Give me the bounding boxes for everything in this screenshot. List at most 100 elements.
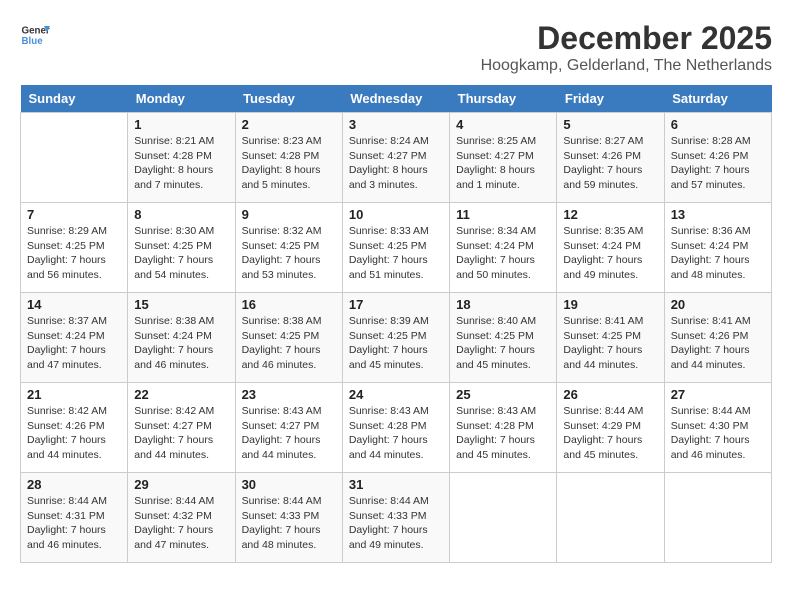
day-number: 14 — [27, 297, 121, 312]
location-title: Hoogkamp, Gelderland, The Netherlands — [481, 57, 772, 75]
day-info: Sunrise: 8:24 AM Sunset: 4:27 PM Dayligh… — [349, 134, 443, 193]
calendar-cell: 18 Sunrise: 8:40 AM Sunset: 4:25 PM Dayli… — [450, 293, 557, 383]
day-number: 12 — [563, 207, 657, 222]
calendar-cell: 11 Sunrise: 8:34 AM Sunset: 4:24 PM Dayli… — [450, 203, 557, 293]
day-number: 26 — [563, 387, 657, 402]
calendar-cell — [664, 473, 771, 563]
day-info: Sunrise: 8:33 AM Sunset: 4:25 PM Dayligh… — [349, 224, 443, 283]
day-info: Sunrise: 8:41 AM Sunset: 4:25 PM Dayligh… — [563, 314, 657, 373]
day-number: 13 — [671, 207, 765, 222]
week-row-5: 28 Sunrise: 8:44 AM Sunset: 4:31 PM Dayli… — [21, 473, 772, 563]
day-number: 16 — [242, 297, 336, 312]
week-row-4: 21 Sunrise: 8:42 AM Sunset: 4:26 PM Dayli… — [21, 383, 772, 473]
day-info: Sunrise: 8:27 AM Sunset: 4:26 PM Dayligh… — [563, 134, 657, 193]
day-number: 3 — [349, 117, 443, 132]
day-info: Sunrise: 8:44 AM Sunset: 4:32 PM Dayligh… — [134, 494, 228, 553]
calendar-cell: 25 Sunrise: 8:43 AM Sunset: 4:28 PM Dayli… — [450, 383, 557, 473]
day-number: 18 — [456, 297, 550, 312]
calendar-cell: 21 Sunrise: 8:42 AM Sunset: 4:26 PM Dayli… — [21, 383, 128, 473]
calendar-cell: 31 Sunrise: 8:44 AM Sunset: 4:33 PM Dayli… — [342, 473, 449, 563]
logo-icon: General Blue — [20, 20, 50, 50]
day-info: Sunrise: 8:34 AM Sunset: 4:24 PM Dayligh… — [456, 224, 550, 283]
day-info: Sunrise: 8:37 AM Sunset: 4:24 PM Dayligh… — [27, 314, 121, 373]
calendar-cell: 1Sunrise: 8:21 AM Sunset: 4:28 PM Daylig… — [128, 113, 235, 203]
day-number: 27 — [671, 387, 765, 402]
calendar-cell: 20 Sunrise: 8:41 AM Sunset: 4:26 PM Dayli… — [664, 293, 771, 383]
day-info: Sunrise: 8:42 AM Sunset: 4:26 PM Dayligh… — [27, 404, 121, 463]
header-wednesday: Wednesday — [342, 85, 449, 113]
day-number: 8 — [134, 207, 228, 222]
day-number: 24 — [349, 387, 443, 402]
header-thursday: Thursday — [450, 85, 557, 113]
title-section: December 2025 Hoogkamp, Gelderland, The … — [481, 20, 772, 75]
day-info: Sunrise: 8:23 AM Sunset: 4:28 PM Dayligh… — [242, 134, 336, 193]
day-number: 7 — [27, 207, 121, 222]
day-number: 10 — [349, 207, 443, 222]
day-info: Sunrise: 8:44 AM Sunset: 4:33 PM Dayligh… — [349, 494, 443, 553]
week-row-2: 7 Sunrise: 8:29 AM Sunset: 4:25 PM Daylig… — [21, 203, 772, 293]
calendar-cell: 26Sunrise: 8:44 AM Sunset: 4:29 PM Dayli… — [557, 383, 664, 473]
day-number: 31 — [349, 477, 443, 492]
day-info: Sunrise: 8:44 AM Sunset: 4:31 PM Dayligh… — [27, 494, 121, 553]
calendar-cell: 14 Sunrise: 8:37 AM Sunset: 4:24 PM Dayli… — [21, 293, 128, 383]
day-info: Sunrise: 8:40 AM Sunset: 4:25 PM Dayligh… — [456, 314, 550, 373]
calendar-cell: 29 Sunrise: 8:44 AM Sunset: 4:32 PM Dayli… — [128, 473, 235, 563]
calendar-cell: 22 Sunrise: 8:42 AM Sunset: 4:27 PM Dayli… — [128, 383, 235, 473]
header-tuesday: Tuesday — [235, 85, 342, 113]
day-number: 29 — [134, 477, 228, 492]
calendar-cell — [450, 473, 557, 563]
day-info: Sunrise: 8:21 AM Sunset: 4:28 PM Dayligh… — [134, 134, 228, 193]
calendar-table: SundayMondayTuesdayWednesdayThursdayFrid… — [20, 85, 772, 563]
day-info: Sunrise: 8:35 AM Sunset: 4:24 PM Dayligh… — [563, 224, 657, 283]
day-number: 17 — [349, 297, 443, 312]
calendar-cell: 10 Sunrise: 8:33 AM Sunset: 4:25 PM Dayli… — [342, 203, 449, 293]
day-info: Sunrise: 8:25 AM Sunset: 4:27 PM Dayligh… — [456, 134, 550, 193]
day-number: 23 — [242, 387, 336, 402]
calendar-header-row: SundayMondayTuesdayWednesdayThursdayFrid… — [21, 85, 772, 113]
calendar-cell — [557, 473, 664, 563]
calendar-cell — [21, 113, 128, 203]
calendar-cell: 15Sunrise: 8:38 AM Sunset: 4:24 PM Dayli… — [128, 293, 235, 383]
calendar-cell: 16 Sunrise: 8:38 AM Sunset: 4:25 PM Dayli… — [235, 293, 342, 383]
calendar-cell: 17 Sunrise: 8:39 AM Sunset: 4:25 PM Dayli… — [342, 293, 449, 383]
day-info: Sunrise: 8:43 AM Sunset: 4:28 PM Dayligh… — [456, 404, 550, 463]
calendar-cell: 7 Sunrise: 8:29 AM Sunset: 4:25 PM Daylig… — [21, 203, 128, 293]
day-number: 21 — [27, 387, 121, 402]
day-info: Sunrise: 8:39 AM Sunset: 4:25 PM Dayligh… — [349, 314, 443, 373]
calendar-cell: 19 Sunrise: 8:41 AM Sunset: 4:25 PM Dayli… — [557, 293, 664, 383]
day-number: 19 — [563, 297, 657, 312]
week-row-3: 14 Sunrise: 8:37 AM Sunset: 4:24 PM Dayli… — [21, 293, 772, 383]
logo: General Blue — [20, 20, 50, 50]
calendar-cell: 3 Sunrise: 8:24 AM Sunset: 4:27 PM Daylig… — [342, 113, 449, 203]
calendar-cell: 2Sunrise: 8:23 AM Sunset: 4:28 PM Daylig… — [235, 113, 342, 203]
day-number: 9 — [242, 207, 336, 222]
day-info: Sunrise: 8:43 AM Sunset: 4:27 PM Dayligh… — [242, 404, 336, 463]
calendar-cell: 5 Sunrise: 8:27 AM Sunset: 4:26 PM Daylig… — [557, 113, 664, 203]
day-info: Sunrise: 8:29 AM Sunset: 4:25 PM Dayligh… — [27, 224, 121, 283]
day-number: 5 — [563, 117, 657, 132]
day-info: Sunrise: 8:36 AM Sunset: 4:24 PM Dayligh… — [671, 224, 765, 283]
svg-text:Blue: Blue — [22, 36, 44, 47]
day-info: Sunrise: 8:32 AM Sunset: 4:25 PM Dayligh… — [242, 224, 336, 283]
calendar-cell: 23 Sunrise: 8:43 AM Sunset: 4:27 PM Dayli… — [235, 383, 342, 473]
calendar-cell: 27Sunrise: 8:44 AM Sunset: 4:30 PM Dayli… — [664, 383, 771, 473]
day-number: 20 — [671, 297, 765, 312]
calendar-cell: 6 Sunrise: 8:28 AM Sunset: 4:26 PM Daylig… — [664, 113, 771, 203]
calendar-cell: 9 Sunrise: 8:32 AM Sunset: 4:25 PM Daylig… — [235, 203, 342, 293]
header-sunday: Sunday — [21, 85, 128, 113]
week-row-1: 1Sunrise: 8:21 AM Sunset: 4:28 PM Daylig… — [21, 113, 772, 203]
day-number: 22 — [134, 387, 228, 402]
day-info: Sunrise: 8:42 AM Sunset: 4:27 PM Dayligh… — [134, 404, 228, 463]
day-number: 11 — [456, 207, 550, 222]
day-number: 25 — [456, 387, 550, 402]
day-info: Sunrise: 8:28 AM Sunset: 4:26 PM Dayligh… — [671, 134, 765, 193]
day-info: Sunrise: 8:41 AM Sunset: 4:26 PM Dayligh… — [671, 314, 765, 373]
day-info: Sunrise: 8:38 AM Sunset: 4:25 PM Dayligh… — [242, 314, 336, 373]
calendar-cell: 12 Sunrise: 8:35 AM Sunset: 4:24 PM Dayli… — [557, 203, 664, 293]
day-number: 6 — [671, 117, 765, 132]
day-number: 28 — [27, 477, 121, 492]
page-header: General Blue December 2025 Hoogkamp, Gel… — [20, 20, 772, 75]
calendar-cell: 8Sunrise: 8:30 AM Sunset: 4:25 PM Daylig… — [128, 203, 235, 293]
month-title: December 2025 — [481, 20, 772, 57]
calendar-cell: 13 Sunrise: 8:36 AM Sunset: 4:24 PM Dayli… — [664, 203, 771, 293]
